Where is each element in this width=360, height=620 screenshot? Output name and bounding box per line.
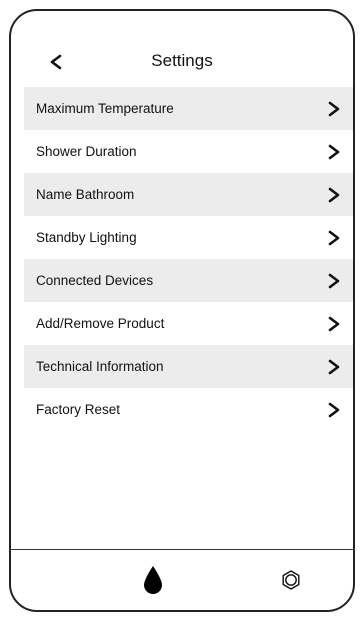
chevron-right-icon [328, 273, 340, 289]
settings-item-shower-duration[interactable]: Shower Duration [24, 130, 353, 173]
settings-item-label: Factory Reset [36, 402, 121, 417]
bottom-nav-bar [11, 549, 353, 610]
settings-item-label: Connected Devices [36, 273, 154, 288]
settings-item-connected-devices[interactable]: Connected Devices [24, 259, 353, 302]
settings-item-standby-lighting[interactable]: Standby Lighting [24, 216, 353, 259]
settings-item-label: Maximum Temperature [36, 101, 174, 116]
gear-icon [282, 570, 300, 590]
chevron-right-icon [328, 359, 340, 375]
tab-settings[interactable] [261, 550, 321, 610]
tab-water[interactable] [123, 550, 183, 610]
settings-item-technical-information[interactable]: Technical Information [24, 345, 353, 388]
settings-item-label: Technical Information [36, 359, 164, 374]
header: Settings [11, 45, 353, 79]
water-drop-icon [144, 566, 162, 594]
settings-item-label: Name Bathroom [36, 187, 135, 202]
settings-item-name-bathroom[interactable]: Name Bathroom [24, 173, 353, 216]
settings-item-factory-reset[interactable]: Factory Reset [24, 388, 353, 431]
chevron-right-icon [328, 402, 340, 418]
settings-item-add-remove-product[interactable]: Add/Remove Product [24, 302, 353, 345]
settings-item-label: Add/Remove Product [36, 316, 165, 331]
settings-list: Maximum Temperature Shower Duration Name… [24, 87, 353, 431]
chevron-right-icon [328, 316, 340, 332]
page-title: Settings [151, 51, 213, 70]
chevron-right-icon [328, 144, 340, 160]
settings-item-label: Shower Duration [36, 144, 137, 159]
chevron-right-icon [328, 187, 340, 203]
chevron-right-icon [328, 230, 340, 246]
settings-item-label: Standby Lighting [36, 230, 137, 245]
phone-frame: Settings Maximum Temperature Shower Dura… [9, 9, 355, 612]
chevron-right-icon [328, 101, 340, 117]
settings-item-maximum-temperature[interactable]: Maximum Temperature [24, 87, 353, 130]
